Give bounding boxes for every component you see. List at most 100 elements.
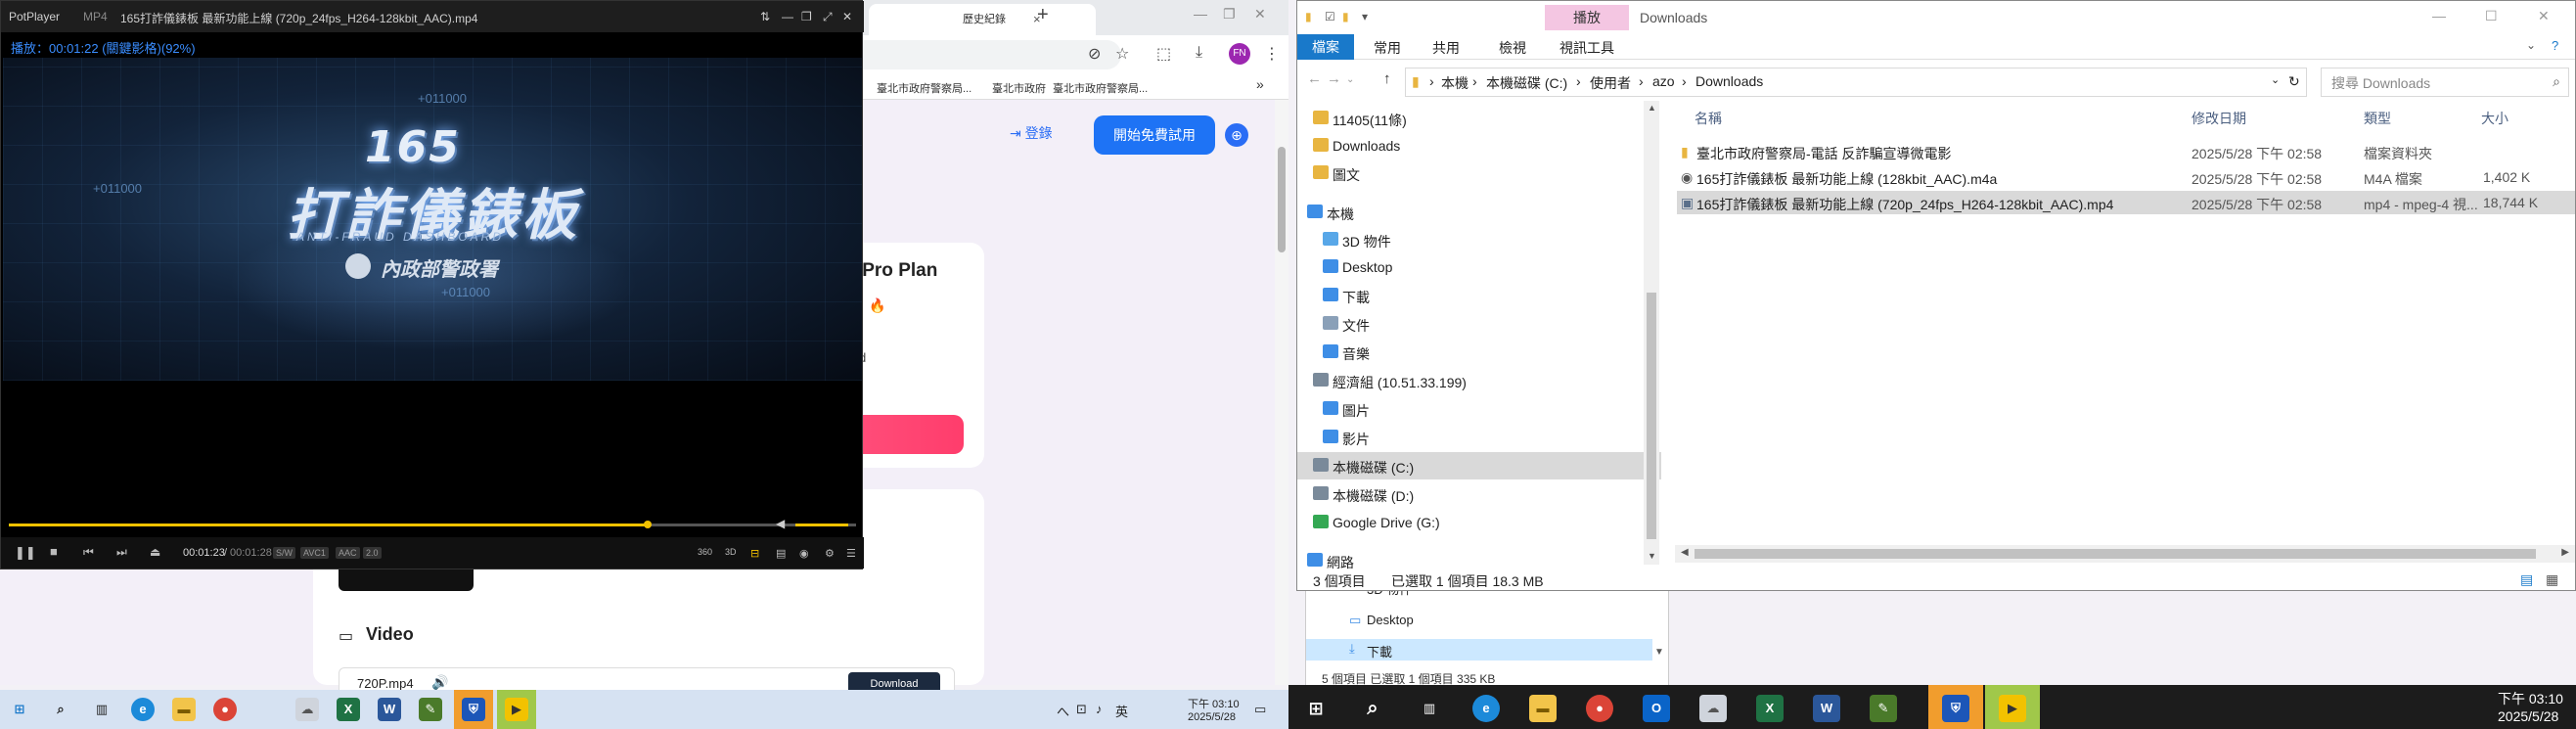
scroll-right-icon[interactable]: ▶ — [2561, 547, 2569, 558]
pin-icon[interactable]: ⇅ — [760, 10, 770, 23]
minimize-icon[interactable]: — — [2432, 8, 2446, 23]
cloud-app-icon[interactable]: ☁ — [1699, 695, 1727, 722]
breadcrumb-item[interactable]: 使用者 — [1590, 73, 1631, 93]
edge-icon[interactable]: e — [1472, 695, 1500, 722]
address-bar[interactable] — [857, 40, 1121, 69]
breadcrumb-item[interactable]: Downloads — [1695, 73, 1763, 89]
nav-item[interactable]: 3D 物件 — [1297, 226, 1661, 253]
scroll-up-icon[interactable]: ▲ — [1648, 103, 1656, 113]
bookmark-item[interactable]: 臺北市政府警察局... — [877, 80, 972, 96]
ribbon-tab-share[interactable]: 共用 — [1432, 38, 1460, 58]
profile-avatar[interactable]: FN — [1229, 43, 1250, 65]
shield-icon[interactable]: ⛨ — [1942, 695, 1969, 722]
seek-bar[interactable] — [9, 521, 856, 528]
large-icons-view-icon[interactable]: ▦ — [2546, 571, 2558, 588]
eject-icon[interactable]: ⏏ — [150, 545, 160, 559]
settings-gear-icon[interactable]: ⚙ — [825, 547, 835, 560]
extension-icon[interactable]: ⬚ — [1156, 44, 1171, 64]
ime-indicator[interactable]: 英 — [1115, 702, 1128, 720]
windows-start-icon[interactable]: ⊞ — [8, 698, 31, 721]
quick-access-dropdown-icon[interactable]: ▾ — [1362, 10, 1368, 23]
app-icon[interactable]: ✎ — [419, 698, 442, 721]
new-folder-icon[interactable]: ▮ — [1342, 10, 1349, 23]
excel-icon[interactable]: X — [1756, 695, 1784, 722]
download-icon[interactable]: ⤓ — [1196, 44, 1202, 62]
chrome-icon[interactable]: ● — [213, 698, 237, 721]
vr-360-button[interactable]: 360 — [698, 547, 712, 557]
nav-item[interactable]: 下載 — [1297, 282, 1661, 309]
column-header-type[interactable]: 類型 — [2364, 109, 2391, 128]
ribbon-collapse-icon[interactable]: ⌄ — [2526, 38, 2536, 52]
globe-icon[interactable]: ⊕ — [1225, 123, 1248, 147]
seek-bar-knob[interactable] — [644, 521, 652, 528]
new-tab-icon[interactable]: + — [1037, 4, 1049, 26]
search-box[interactable]: 搜尋 Downloads ⌕ — [2321, 68, 2569, 97]
ribbon-tab-video-tools[interactable]: 視訊工具 — [1559, 38, 1614, 58]
nav-item[interactable]: Google Drive (G:) — [1297, 509, 1661, 536]
nav-item[interactable]: 本機磁碟 (C:) — [1297, 452, 1661, 479]
nav-item[interactable]: ⤓ 下載 — [1306, 639, 1652, 661]
free-trial-button[interactable]: 開始免費試用 — [1094, 115, 1215, 155]
task-view-icon[interactable]: ▥ — [1416, 695, 1443, 722]
nav-item[interactable]: 音樂 — [1297, 339, 1661, 366]
fullscreen-icon[interactable]: ⤢ — [823, 10, 833, 24]
breadcrumb-item[interactable]: azo — [1652, 73, 1675, 89]
minimize-icon[interactable]: — — [1194, 6, 1207, 22]
horizontal-scrollbar[interactable]: ◀ ▶ — [1675, 545, 2575, 563]
potplayer-logo[interactable]: PotPlayer — [9, 10, 60, 23]
camera-icon[interactable]: ◉ — [799, 547, 809, 560]
nav-item[interactable]: 圖文 — [1297, 159, 1661, 187]
help-icon[interactable]: ? — [2552, 38, 2558, 53]
notification-icon[interactable]: ▭ — [1254, 702, 1266, 717]
nav-item[interactable]: 經濟組 (10.51.33.199) — [1297, 367, 1661, 394]
breadcrumb-item[interactable]: 本機 — [1441, 73, 1469, 93]
nav-pane-scrollbar[interactable]: ▲ ▼ — [1644, 101, 1659, 565]
file-row[interactable]: ▣ 165打詐儀錶板 最新功能上線 (720p_24fps_H264-128kbi… — [1677, 191, 2575, 214]
refresh-icon[interactable]: ↻ — [2288, 73, 2300, 90]
column-header-size[interactable]: 大小 — [2481, 109, 2508, 128]
task-view-icon[interactable]: ▥ — [90, 698, 113, 721]
maximize-icon[interactable]: ☐ — [2485, 8, 2498, 24]
nav-item[interactable]: Downloads — [1297, 132, 1661, 159]
volume-icon[interactable]: ♪ — [1096, 702, 1103, 716]
nav-item[interactable]: 本機 — [1297, 199, 1661, 226]
stop-icon[interactable]: ■ — [50, 544, 58, 559]
column-header-name[interactable]: 名稱 — [1695, 109, 1722, 128]
potplayer-title-bar[interactable]: PotPlayer MP4 165打詐儀錶板 最新功能上線 (720p_24fp… — [1, 1, 864, 32]
recent-dropdown-icon[interactable]: ⌄ — [1346, 74, 1354, 85]
browser-tab[interactable]: 歷史紀錄 × — [869, 4, 1096, 35]
up-icon[interactable]: ↑ — [1383, 70, 1391, 87]
scroll-down-icon[interactable]: ▼ — [1648, 551, 1656, 561]
maximize-icon[interactable]: ❐ — [801, 10, 812, 23]
chrome-icon[interactable]: ● — [1586, 695, 1613, 722]
pause-icon[interactable]: ❚❚ — [15, 545, 36, 561]
menu-icon[interactable]: ☰ — [846, 547, 856, 560]
scroll-down-icon[interactable]: ▼ — [1654, 647, 1664, 658]
bookmark-item[interactable]: 臺北市政府 — [992, 80, 1046, 96]
scrollbar-thumb[interactable] — [1695, 549, 2536, 559]
edge-icon[interactable]: e — [131, 698, 155, 721]
ribbon-tab-file[interactable]: 檔案 — [1297, 34, 1354, 60]
login-link[interactable]: ⇥ 登錄 — [1010, 123, 1053, 143]
search-icon[interactable]: ⌕ — [49, 698, 72, 721]
bookmark-item[interactable]: 臺北市政府警察局... — [1053, 80, 1148, 96]
file-explorer-icon[interactable]: ▬ — [172, 698, 196, 721]
excel-icon[interactable]: X — [337, 698, 360, 721]
video-frame[interactable]: +011000 +011000 +011000 165 打詐儀錶板 ANTI-F… — [3, 58, 862, 381]
scrollbar-thumb[interactable] — [1278, 147, 1286, 252]
minimize-icon[interactable]: — — [782, 10, 793, 23]
clock-time[interactable]: 下午 03:10 — [2498, 689, 2563, 708]
volume-icon[interactable]: ◀ — [776, 517, 785, 530]
close-icon[interactable]: ✕ — [842, 10, 852, 23]
shield-icon[interactable]: ⛨ — [462, 698, 485, 721]
ribbon-tab-home[interactable]: 常用 — [1374, 38, 1401, 58]
back-icon[interactable]: ← — [1307, 70, 1322, 87]
ribbon-tab-view[interactable]: 檢視 — [1499, 38, 1526, 58]
clock-date[interactable]: 2025/5/28 — [2498, 708, 2558, 724]
network-icon[interactable]: ⊡ — [1076, 702, 1087, 717]
nav-item[interactable]: 11405(11條) — [1297, 105, 1661, 132]
next-icon[interactable]: ⏭ — [116, 545, 127, 560]
nav-item[interactable]: 影片 — [1297, 424, 1661, 451]
close-icon[interactable]: ✕ — [1254, 6, 1266, 23]
explorer-title-bar[interactable]: ▮ ☑ ▮ ▾ 播放 Downloads — ☐ ✕ — [1297, 1, 2575, 34]
